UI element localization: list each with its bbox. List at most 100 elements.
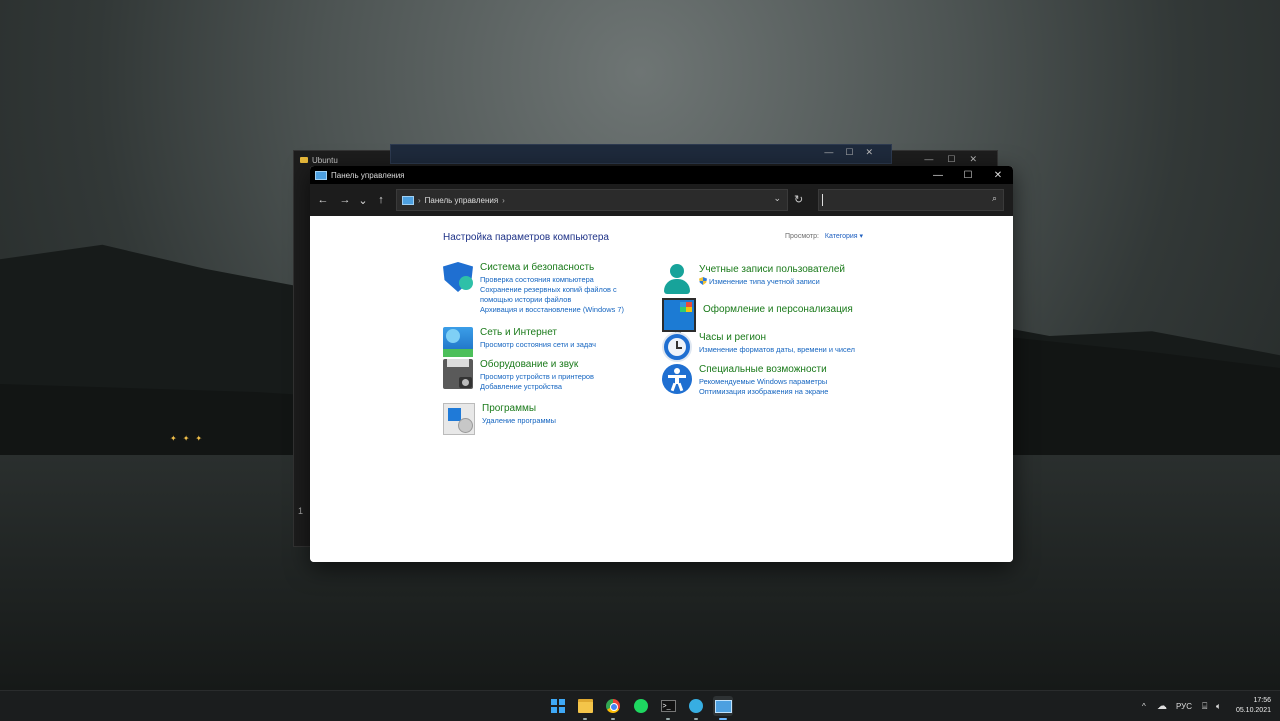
disc-icon (458, 418, 473, 433)
network-icon[interactable] (443, 327, 473, 357)
address-separator-end[interactable]: › (502, 196, 505, 205)
folder-icon (300, 157, 308, 163)
address-dropdown-icon[interactable]: ⌄ (773, 193, 781, 204)
user-accounts-icon[interactable] (662, 264, 692, 294)
refresh-button[interactable]: ↻ (794, 193, 803, 206)
taskbar-spotify[interactable] (631, 696, 651, 716)
category-title[interactable]: Оформление и персонализация (703, 304, 853, 315)
category-title[interactable]: Специальные возможности (699, 364, 828, 375)
address-separator: › (418, 195, 421, 205)
content-area: Настройка параметров компьютера Просмотр… (310, 216, 1013, 562)
category-title[interactable]: Программы (482, 403, 556, 414)
link-change-account-type[interactable]: Изменение типа учетной записи (699, 277, 845, 287)
language-indicator[interactable]: РУС (1176, 691, 1192, 721)
category-title[interactable]: Часы и регион (699, 332, 855, 343)
address-control-panel-icon (402, 195, 414, 205)
category-accessibility: Специальные возможности Рекомендуемые Wi… (662, 364, 828, 397)
clock-date: 05.10.2021 (1235, 707, 1271, 714)
link-recommended-settings[interactable]: Рекомендуемые Windows параметры (699, 377, 828, 387)
taskbar-explorer[interactable] (575, 696, 595, 720)
taskbar-clock[interactable]: 17:56 05.10.2021 (1236, 696, 1271, 716)
link-file-history[interactable]: Сохранение резервных копий файлов с (480, 285, 624, 295)
category-system-security: Система и безопасность Проверка состояни… (443, 262, 624, 315)
camera-icon (459, 377, 472, 388)
titlebar[interactable]: Панель управления — ☐ ✕ (310, 166, 1013, 184)
terminal-icon: >_ (660, 700, 676, 712)
figure-leg-right (677, 382, 684, 392)
ubuntu-side-char: 1 (298, 506, 304, 516)
wallpaper-lights: ✦✦✦ (170, 434, 209, 443)
link-devices-printers[interactable]: Просмотр устройств и принтеров (480, 372, 594, 382)
window-title: Панель управления (331, 170, 405, 180)
category-title[interactable]: Учетные записи пользователей (699, 264, 845, 275)
navigation-bar: ← → ⌄ ↑ › Панель управления › ⌄ ↻ ⌕ (310, 184, 1013, 216)
clock-region-icon[interactable] (662, 332, 692, 362)
category-user-accounts: Учетные записи пользователей Изменение т… (662, 264, 845, 294)
telegram-icon (689, 699, 703, 713)
ubuntu-window-controls[interactable]: —☐✕ (924, 154, 991, 165)
user-body (664, 279, 690, 294)
network-icon[interactable]: ⌸ (1202, 691, 1207, 721)
link-backup-restore[interactable]: Архивация и восстановление (Windows 7) (480, 305, 624, 315)
back-button[interactable]: ← (313, 194, 333, 206)
taskbar-terminal[interactable]: >_ (658, 696, 678, 720)
taskbar-chrome[interactable] (603, 696, 623, 720)
view-dropdown[interactable]: Категория ▾ (825, 233, 863, 240)
clock-time: 17:56 (1253, 697, 1271, 704)
link-change-account-type-text[interactable]: Изменение типа учетной записи (709, 277, 820, 286)
recent-locations-button[interactable]: ⌄ (355, 194, 371, 207)
link-change-formats[interactable]: Изменение форматов даты, времени и чисел (699, 345, 855, 355)
link-uninstall-program[interactable]: Удаление программы (482, 416, 556, 426)
spotify-icon (634, 699, 648, 713)
breadcrumb-control-panel[interactable]: Панель управления (425, 196, 499, 205)
close-button[interactable]: ✕ (983, 166, 1013, 184)
hardware-icon[interactable] (443, 359, 473, 389)
volume-icon[interactable]: 🔈︎ (1216, 691, 1221, 721)
control-panel-window[interactable]: Панель управления — ☐ ✕ ← → ⌄ ↑ › Панель… (310, 166, 1013, 562)
control-panel-icon (315, 170, 327, 180)
editor-window-controls[interactable]: —☐✕ (824, 147, 885, 158)
search-input[interactable]: ⌕ (818, 189, 1004, 211)
user-head (670, 264, 684, 278)
link-file-history-cont[interactable]: помощью истории файлов (480, 295, 624, 305)
view-selector: Просмотр: Категория ▾ (785, 232, 863, 240)
maximize-button[interactable]: ☐ (953, 166, 983, 184)
category-hardware-sound: Оборудование и звук Просмотр устройств и… (443, 359, 594, 392)
page-title: Настройка параметров компьютера (443, 232, 609, 243)
minimize-button[interactable]: — (923, 166, 953, 184)
personalization-icon[interactable] (662, 298, 696, 336)
up-button[interactable]: ↑ (371, 194, 391, 206)
address-bar[interactable]: › Панель управления › ⌄ (396, 189, 788, 211)
tray-overflow-button[interactable]: ^ (1142, 691, 1146, 721)
forward-button[interactable]: → (335, 194, 355, 206)
category-network-internet: Сеть и Интернет Просмотр состояния сети … (443, 327, 596, 357)
clock-hand-minute (676, 347, 682, 349)
link-optimize-display[interactable]: Оптимизация изображения на экране (699, 387, 828, 397)
taskbar-telegram[interactable] (686, 696, 706, 720)
start-button[interactable] (548, 696, 568, 716)
link-add-device[interactable]: Добавление устройства (480, 382, 594, 392)
category-title[interactable]: Сеть и Интернет (480, 327, 596, 338)
link-check-status[interactable]: Проверка состояния компьютера (480, 275, 624, 285)
windows-logo-icon (551, 699, 565, 713)
category-clock-region: Часы и регион Изменение форматов даты, в… (662, 332, 855, 362)
background-window-editor[interactable]: —☐✕ (390, 144, 892, 164)
uac-shield-icon (699, 277, 707, 285)
shield-check-icon (459, 276, 473, 290)
programs-icon[interactable] (443, 403, 475, 435)
search-icon[interactable]: ⌕ (992, 193, 997, 204)
network-band (443, 349, 473, 357)
globe-icon (446, 329, 460, 343)
taskbar-control-panel[interactable] (713, 696, 733, 720)
onedrive-icon[interactable]: ☁ (1157, 691, 1167, 721)
accessibility-icon[interactable] (662, 364, 692, 394)
color-grid (680, 302, 692, 312)
text-caret (822, 194, 823, 206)
category-programs: Программы Удаление программы (443, 403, 556, 435)
program-window-glyph (448, 408, 461, 421)
ubuntu-title: Ubuntu (312, 155, 338, 165)
category-title[interactable]: Система и безопасность (480, 262, 624, 273)
category-title[interactable]: Оборудование и звук (480, 359, 594, 370)
link-network-status[interactable]: Просмотр состояния сети и задач (480, 340, 596, 350)
category-personalization: Оформление и персонализация (662, 298, 853, 336)
